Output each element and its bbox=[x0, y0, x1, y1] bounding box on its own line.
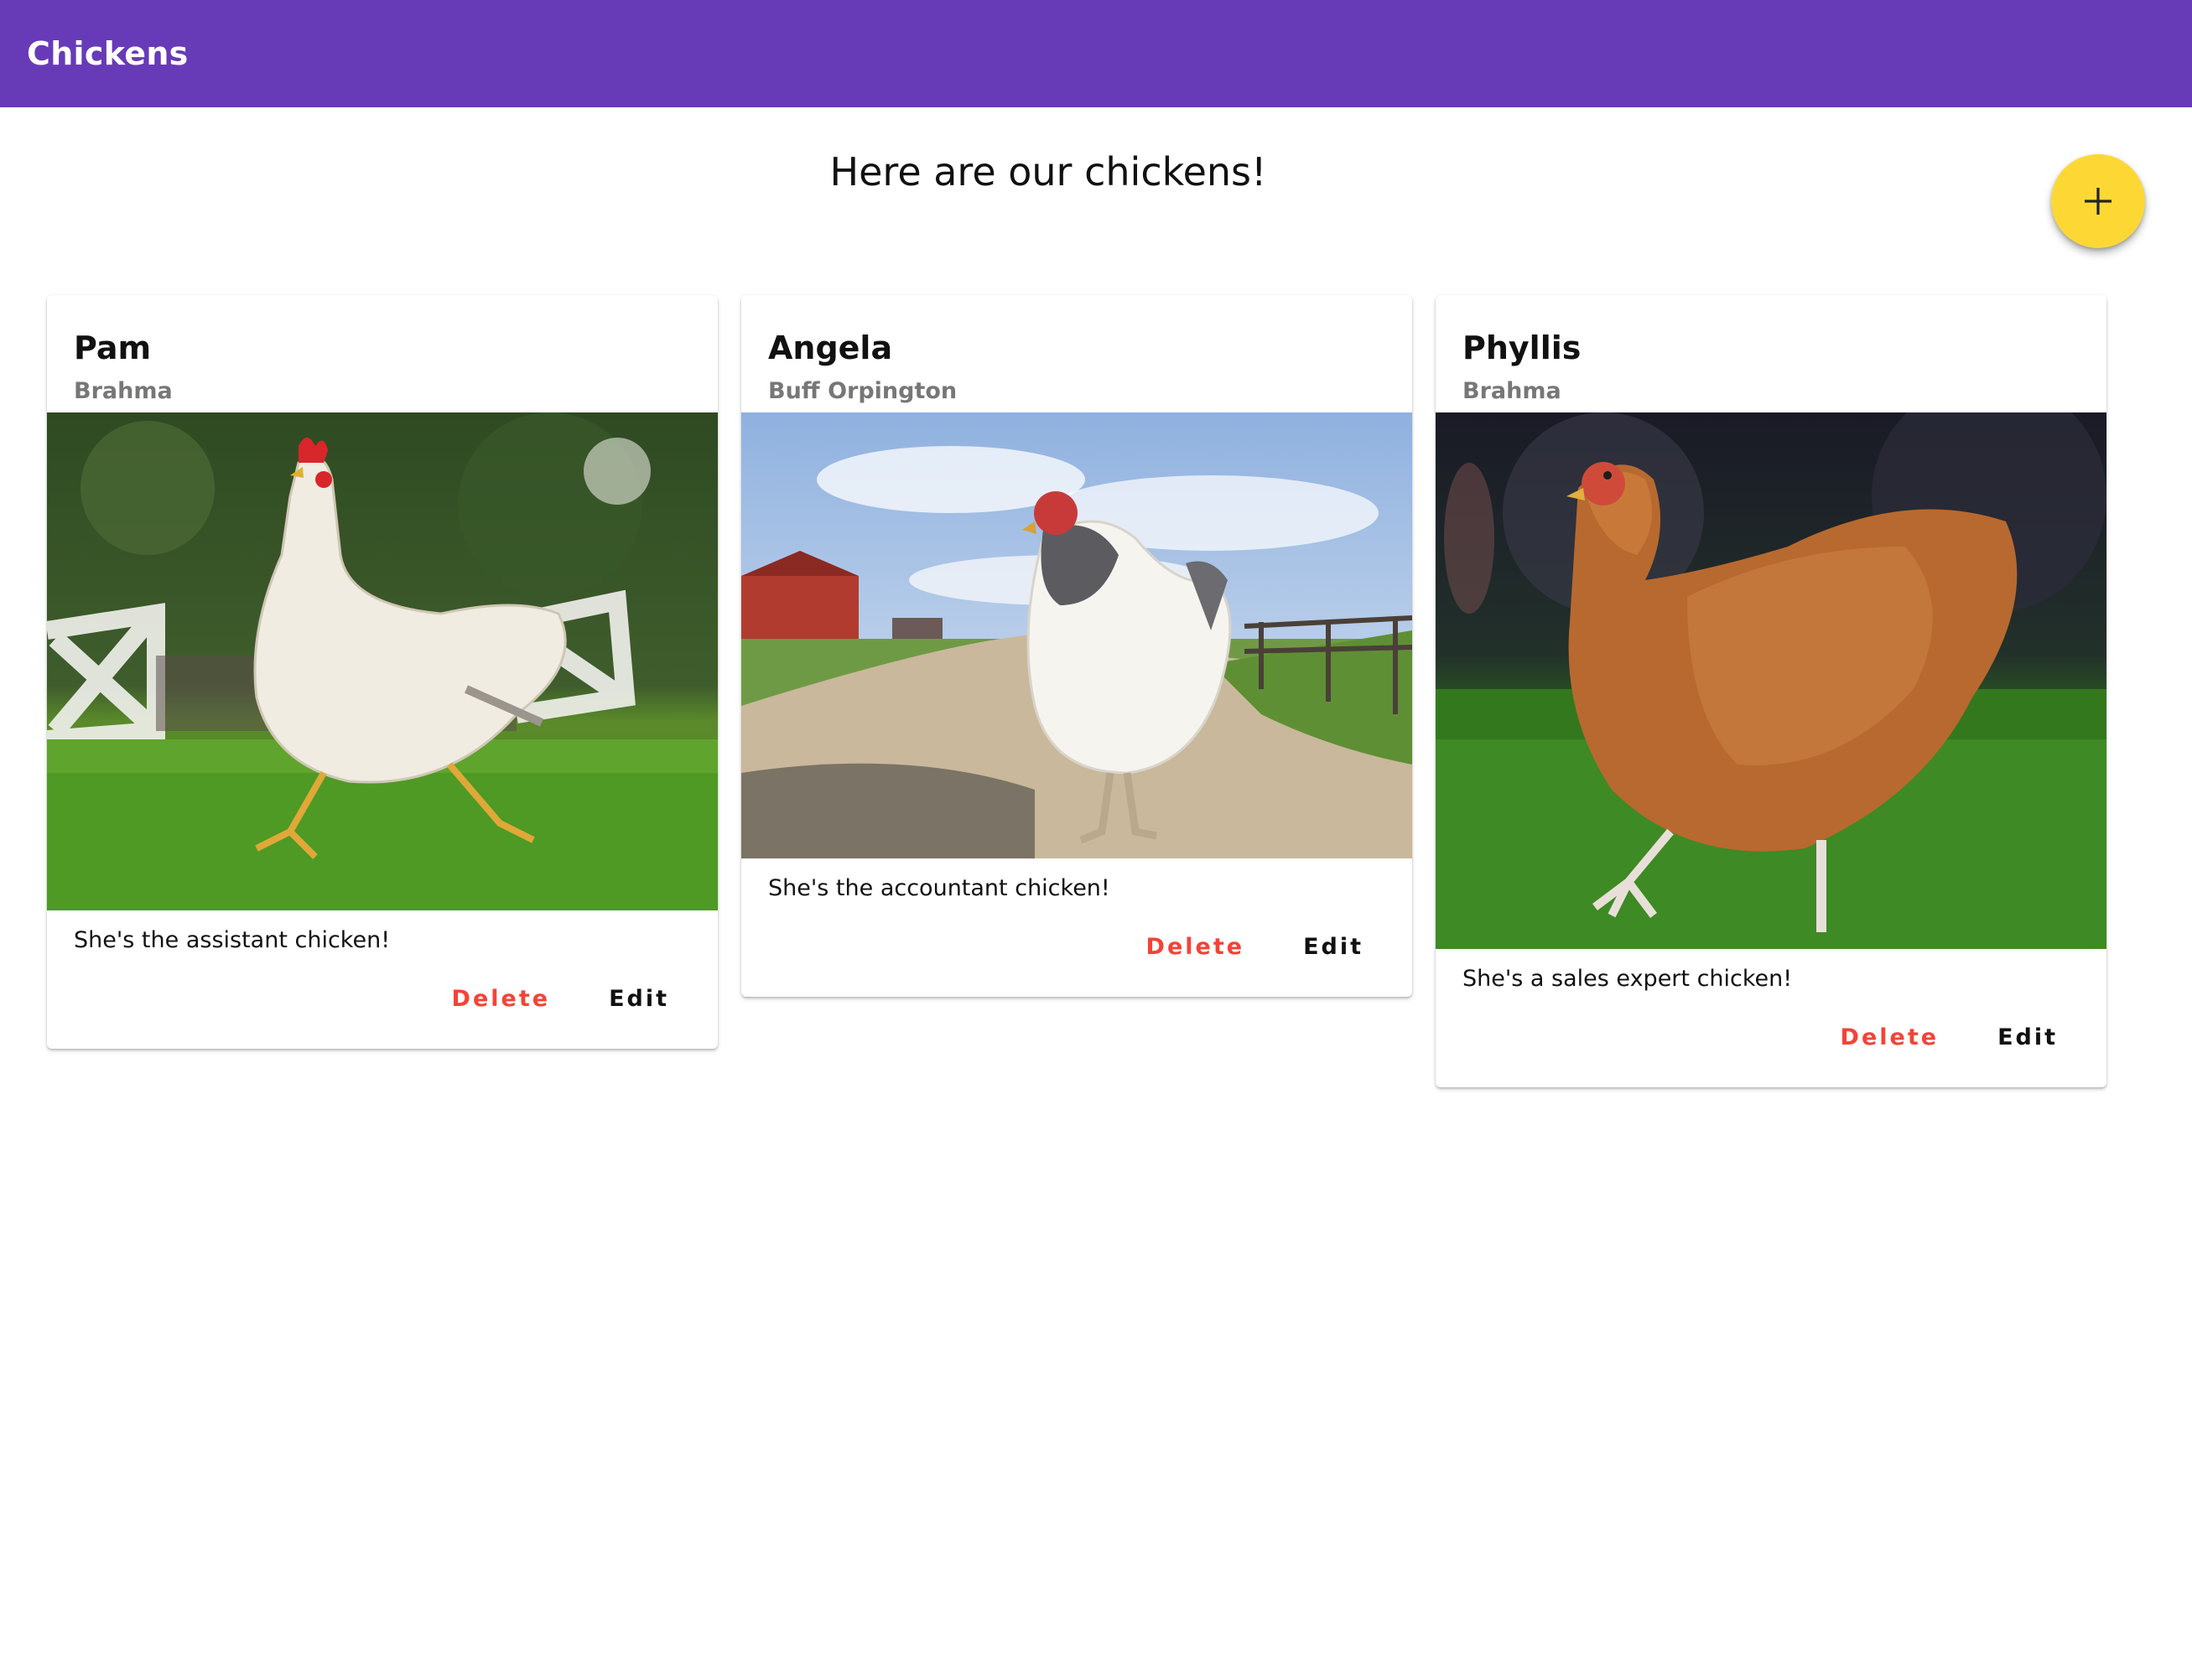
chicken-photo bbox=[1436, 412, 2106, 949]
card-actions: Delete Edit bbox=[1436, 993, 2106, 1087]
page-heading: Here are our chickens! bbox=[829, 149, 1267, 194]
card-header: Phyllis Brahma bbox=[1436, 295, 2106, 412]
chicken-card: Pam Brahma She's the assistant chicken! … bbox=[47, 295, 718, 1049]
card-header: Angela Buff Orpington bbox=[741, 295, 1412, 412]
chicken-description: She's the accountant chicken! bbox=[768, 875, 1110, 901]
chicken-description: She's the assistant chicken! bbox=[74, 927, 391, 953]
chicken-description: She's a sales expert chicken! bbox=[1462, 966, 1793, 992]
chicken-photo bbox=[741, 412, 1412, 858]
card-actions: Delete Edit bbox=[47, 954, 718, 1049]
card-actions: Delete Edit bbox=[741, 902, 1412, 997]
chicken-card: Phyllis Brahma She's a sales expert chic… bbox=[1436, 295, 2106, 1087]
chicken-name: Phyllis bbox=[1462, 329, 1582, 366]
chicken-card: Angela Buff Orpington She's the accounta… bbox=[741, 295, 1412, 997]
plus-icon bbox=[2085, 188, 2111, 215]
edit-button[interactable]: Edit bbox=[1982, 1016, 2073, 1059]
edit-button[interactable]: Edit bbox=[1288, 926, 1379, 968]
card-header: Pam Brahma bbox=[47, 295, 718, 412]
app-title: Chickens bbox=[27, 35, 189, 72]
chicken-breed: Brahma bbox=[1462, 378, 1561, 404]
chicken-breed: Buff Orpington bbox=[768, 378, 958, 404]
chicken-photo bbox=[47, 412, 718, 910]
delete-button[interactable]: Delete bbox=[1826, 1016, 1955, 1059]
chicken-breed: Brahma bbox=[74, 378, 173, 404]
delete-button[interactable]: Delete bbox=[1131, 926, 1260, 968]
delete-button[interactable]: Delete bbox=[437, 977, 566, 1020]
app-bar: Chickens bbox=[0, 0, 2192, 107]
add-chicken-button[interactable] bbox=[2051, 154, 2145, 248]
edit-button[interactable]: Edit bbox=[594, 977, 684, 1020]
chicken-name: Angela bbox=[768, 329, 893, 366]
chicken-name: Pam bbox=[74, 329, 152, 366]
